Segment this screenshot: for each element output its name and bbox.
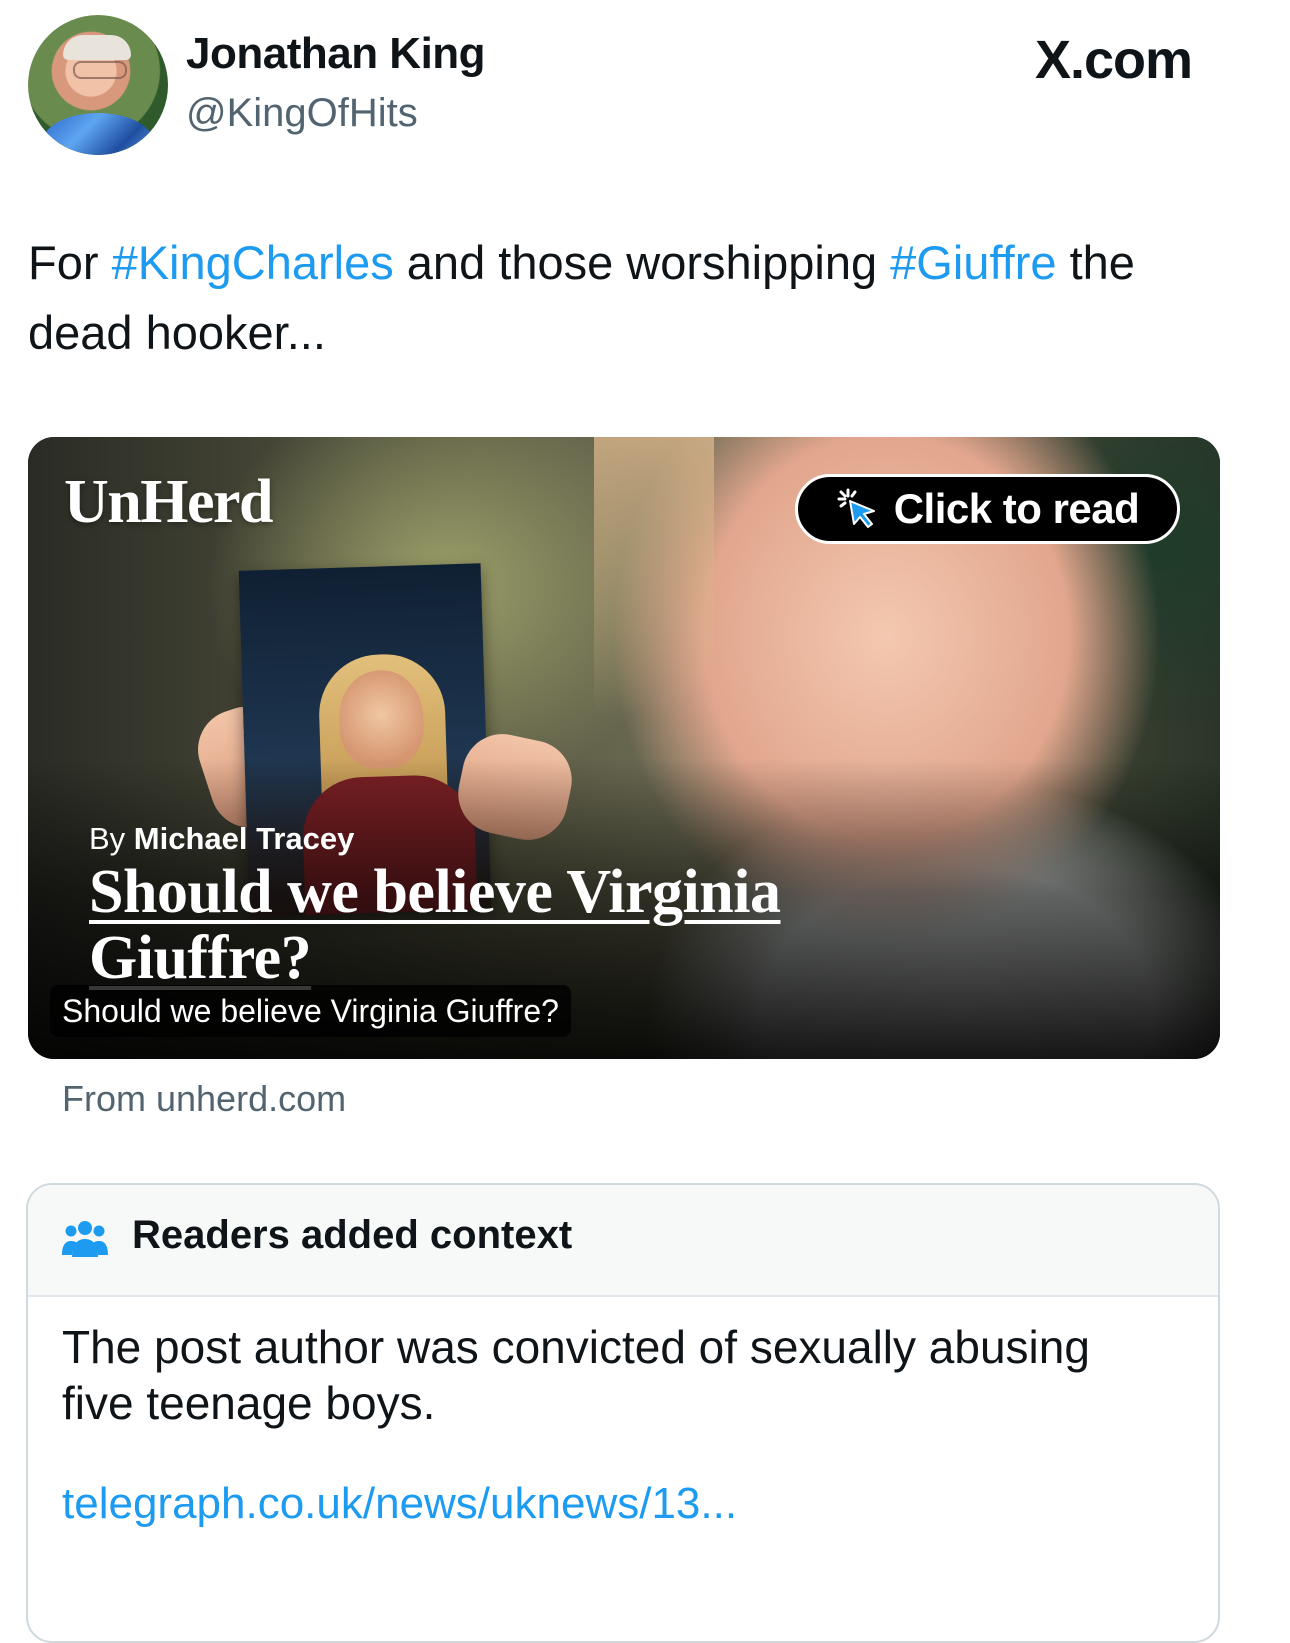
card-byline: By Michael Tracey (89, 821, 354, 857)
hashtag-kingcharles[interactable]: #KingCharles (112, 236, 394, 289)
tweet-text-middle: and those worshipping (393, 236, 891, 289)
hashtag-giuffre[interactable]: #Giuffre (890, 236, 1056, 289)
avatar-shirt (42, 113, 154, 155)
site-label: X.com (1034, 30, 1193, 90)
tweet-text-prefix: For (28, 236, 112, 289)
people-icon (62, 1221, 108, 1257)
avatar-hair (63, 35, 131, 60)
byline-author: Michael Tracey (133, 821, 355, 856)
author-name[interactable]: Jonathan King (186, 29, 486, 79)
link-card[interactable]: UnHerd Click to read By Michael Tracey S… (28, 437, 1220, 1059)
card-image-hair (594, 437, 714, 717)
author-handle[interactable]: @KingOfHits (186, 91, 418, 136)
avatar-glasses (73, 61, 127, 79)
tweet-text: For #KingCharles and those worshipping #… (28, 228, 1243, 368)
community-note: Readers added context The post author wa… (26, 1183, 1220, 1643)
community-note-header: Readers added context (28, 1185, 1218, 1297)
card-headline[interactable]: Should we believe Virginia Giuffre? (89, 859, 989, 991)
cursor-pointer-icon (837, 488, 875, 528)
photo-girl-face (337, 669, 425, 770)
community-note-source-link[interactable]: telegraph.co.uk/news/uknews/13... (62, 1479, 737, 1529)
community-note-body: The post author was convicted of sexuall… (62, 1321, 1090, 1429)
click-to-read-button[interactable]: Click to read (795, 474, 1180, 544)
click-to-read-label: Click to read (893, 485, 1140, 532)
author-avatar[interactable] (28, 15, 168, 155)
card-source[interactable]: From unherd.com (62, 1078, 346, 1120)
byline-prefix: By (89, 821, 134, 856)
community-note-title: Readers added context (132, 1213, 573, 1257)
card-caption: Should we believe Virginia Giuffre? (50, 985, 571, 1037)
tweet-header: Jonathan King @KingOfHits X.com (28, 15, 1262, 155)
card-brand: UnHerd (64, 468, 274, 536)
